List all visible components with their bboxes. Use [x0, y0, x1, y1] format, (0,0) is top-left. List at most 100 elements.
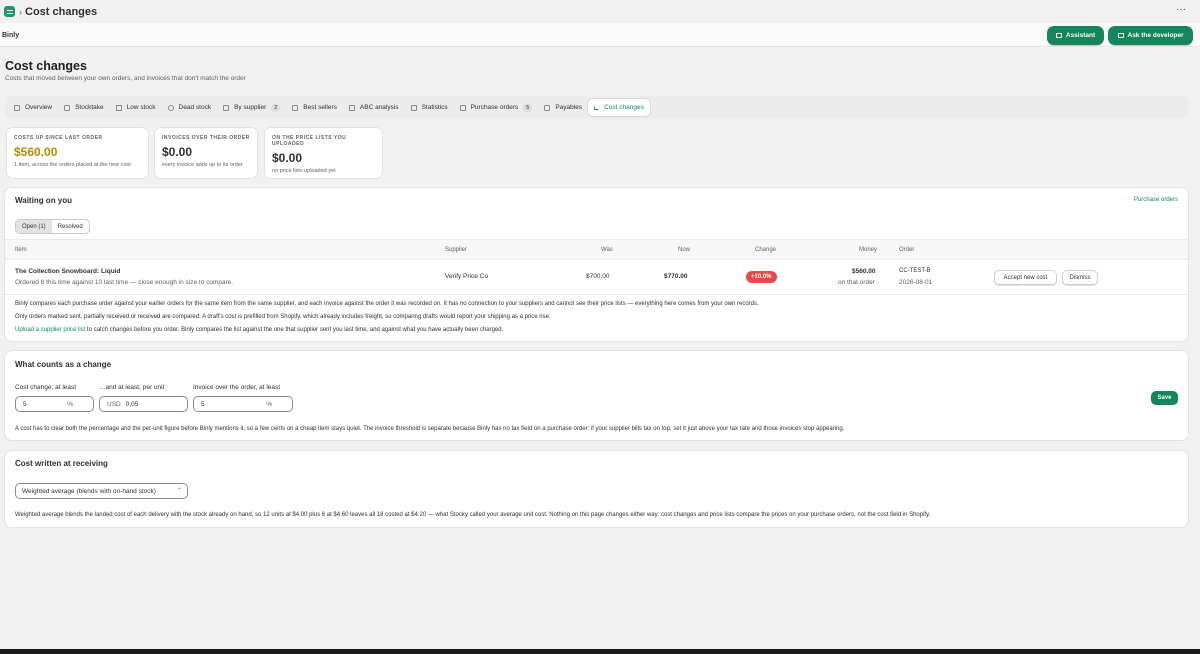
stat-label: Invoices over their order — [162, 135, 250, 141]
status-segmented-control: Open (1) Resolved — [15, 219, 90, 234]
col-order: Order — [899, 247, 915, 253]
explanation-1: Binly compares each purchase order again… — [15, 301, 759, 307]
dismiss-button[interactable]: Dismiss — [1062, 270, 1098, 285]
tab-label: Payables — [555, 104, 583, 111]
item-detail: Ordered 8 this time against 10 last time… — [15, 279, 234, 286]
tab-payables[interactable]: Payables — [538, 99, 588, 116]
stat-value: $0.00 — [162, 145, 193, 159]
purchase-orders-link[interactable]: Purchase orders — [1134, 197, 1178, 203]
assistant-label: Assistant — [1065, 32, 1096, 39]
cost-change-input[interactable]: 5 % — [15, 396, 94, 412]
list-icon — [64, 104, 71, 111]
field-value: 0,05 — [125, 400, 139, 408]
tab-label: Low stock — [126, 104, 156, 111]
card-title: What counts as a change — [15, 360, 112, 369]
col-was: Was — [601, 247, 613, 253]
tab-bar: Overview Stocktake Low stock Dead stock … — [5, 96, 1188, 119]
tab-best-sellers[interactable]: Best sellers — [286, 99, 343, 116]
invoice-over-input[interactable]: 5 % — [193, 396, 293, 412]
warning-icon — [115, 104, 122, 111]
explanation-2: Only orders marked sent, partially recei… — [15, 314, 551, 320]
receiving-note: Weighted average blends the landed cost … — [15, 512, 931, 518]
chat-icon — [1055, 33, 1062, 38]
more-icon[interactable]: ··· — [1176, 4, 1186, 15]
order-date: 2026-08-01 — [899, 279, 933, 286]
seg-open[interactable]: Open (1) — [16, 220, 52, 233]
percent-suffix: % — [67, 400, 73, 408]
window-title: Cost changes — [25, 5, 98, 18]
brand-name: Binly — [2, 32, 20, 39]
tab-dead-stock[interactable]: Dead stock — [162, 99, 218, 116]
field-value: 5 — [23, 400, 27, 408]
threshold-card: What counts as a change Cost change, at … — [5, 351, 1188, 440]
bar-chart-icon — [410, 104, 417, 111]
currency-prefix: USD — [107, 400, 121, 408]
col-change: Change — [755, 247, 777, 253]
threshold-note: A cost has to clear both the percentage … — [15, 426, 845, 432]
col-supplier: Supplier — [445, 247, 468, 253]
tab-label: Cost changes — [604, 104, 644, 111]
bottom-edge — [0, 649, 1200, 654]
stat-value: $560.00 — [14, 145, 58, 159]
divider — [5, 294, 1188, 295]
card-title: Cost written at receiving — [15, 459, 108, 468]
col-now: Now — [678, 247, 691, 253]
document-icon — [459, 104, 466, 111]
order-link[interactable]: CC-TEST-B — [899, 268, 931, 274]
table-header: Item Supplier Was Now Change Money Order — [5, 239, 1188, 260]
per-unit-input[interactable]: USD 0,05 — [99, 396, 188, 412]
tab-by-supplier[interactable]: By supplier 2 — [217, 99, 286, 116]
tab-overview[interactable]: Overview — [8, 99, 58, 116]
stat-value: $0.00 — [272, 151, 303, 165]
clock-icon — [167, 104, 174, 111]
change-badge: +10.0% — [746, 271, 777, 283]
tab-label: Purchase orders — [470, 104, 519, 111]
ask-developer-label: Ask the developer — [1127, 32, 1184, 39]
tab-label: Dead stock — [178, 104, 212, 111]
stat-label: Costs up since last order — [14, 135, 103, 141]
save-button[interactable]: Save — [1151, 391, 1178, 405]
page-title: Cost changes — [5, 59, 87, 73]
stat-note: every invoice adds up to its order — [162, 162, 243, 168]
assistant-button[interactable]: Assistant — [1047, 26, 1104, 45]
app-header: Binly — [0, 23, 1200, 47]
upload-price-list-link[interactable]: Upload a supplier price list — [15, 327, 85, 333]
money-note: on that order — [838, 279, 875, 286]
per-unit-label: …and at least, per unit — [99, 384, 165, 391]
tab-label: Stocktake — [75, 104, 104, 111]
tab-statistics[interactable]: Statistics — [405, 99, 454, 116]
tab-cost-changes[interactable]: Cost changes — [588, 99, 650, 116]
select-value: Weighted average (blends with on-hand st… — [22, 487, 156, 495]
chart-icon — [292, 104, 299, 111]
invoice-over-label: Invoice over the order, at least — [193, 384, 281, 391]
stat-note: no price lists uploaded yet — [272, 168, 336, 174]
percent-suffix: % — [266, 400, 272, 408]
chevron-updown-icon: ⌃ — [176, 488, 182, 494]
count-badge: 2 — [271, 103, 281, 112]
tab-label: Overview — [25, 104, 53, 111]
app-icon[interactable] — [4, 6, 15, 17]
stat-card-price-lists: On the price lists you uploaded $0.00 no… — [265, 128, 382, 178]
stat-note: 1 item, across the orders placed at the … — [14, 162, 131, 168]
field-value: 5 — [201, 400, 205, 408]
stat-card-costs-up: Costs up since last order $560.00 1 item… — [7, 128, 148, 178]
col-item: Item — [15, 247, 27, 253]
accept-new-cost-button[interactable]: Accept new cost — [994, 270, 1057, 285]
cost-change-label: Cost change, at least — [15, 384, 77, 391]
count-badge: 5 — [523, 103, 533, 112]
building-icon — [223, 104, 230, 111]
tab-abc-analysis[interactable]: ABC analysis — [343, 99, 405, 116]
stat-card-invoices-over: Invoices over their order $0.00 every in… — [155, 128, 257, 178]
tab-low-stock[interactable]: Low stock — [110, 99, 162, 116]
tab-purchase-orders[interactable]: Purchase orders 5 — [454, 99, 539, 116]
tab-label: By supplier — [234, 104, 267, 111]
tab-stocktake[interactable]: Stocktake — [58, 99, 110, 116]
tab-label: ABC analysis — [359, 104, 399, 111]
grid-icon — [14, 104, 20, 111]
tag-icon — [348, 104, 355, 111]
ask-developer-button[interactable]: Ask the developer — [1108, 26, 1193, 45]
tab-label: Statistics — [421, 104, 448, 111]
chat-icon — [1117, 33, 1124, 38]
cost-method-select[interactable]: Weighted average (blends with on-hand st… — [15, 483, 188, 499]
seg-resolved[interactable]: Resolved — [52, 220, 89, 233]
